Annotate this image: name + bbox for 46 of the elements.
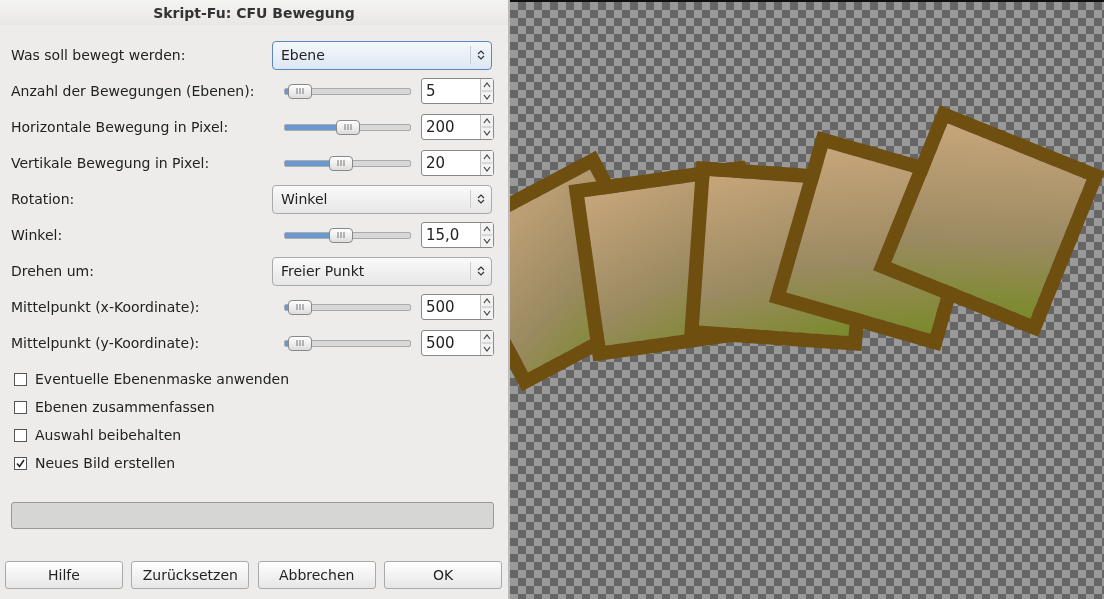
dialog-button[interactable]: Zurücksetzen xyxy=(131,561,250,589)
slider-handle[interactable] xyxy=(335,119,360,135)
checkbox-label[interactable]: Neues Bild erstellen xyxy=(35,455,176,471)
dialog-button[interactable]: OK xyxy=(384,561,502,589)
checkbox[interactable] xyxy=(14,400,27,414)
up-down-caret-icon xyxy=(477,265,485,277)
checkbox-label[interactable]: Eventuelle Ebenenmaske anwenden xyxy=(35,371,290,387)
up-down-arrows-icon[interactable] xyxy=(482,296,492,318)
up-down-arrows-icon[interactable] xyxy=(482,80,492,102)
up-down-arrows-icon[interactable] xyxy=(482,332,492,354)
number-input[interactable]: 500 xyxy=(421,294,494,320)
dropdown[interactable]: Freier Punkt xyxy=(272,256,492,286)
window-title: Skript-Fu: CFU Bewegung xyxy=(153,4,355,21)
field-label: Vertikale Bewegung in Pixel: xyxy=(11,155,211,171)
dialog-button[interactable]: Hilfe xyxy=(5,561,123,589)
field-label: Horizontale Bewegung in Pixel: xyxy=(11,119,230,135)
field-label: Anzahl der Bewegungen (Ebenen): xyxy=(11,83,256,99)
field-label: Drehen um: xyxy=(11,263,95,279)
checkbox-label[interactable]: Ebenen zusammenfassen xyxy=(35,399,215,415)
field-label: Mittelpunkt (x-Koordinate): xyxy=(11,299,201,315)
checkbox[interactable] xyxy=(14,456,27,470)
field-label: Winkel: xyxy=(11,227,64,243)
dropdown[interactable]: Ebene xyxy=(272,40,492,70)
field-label: Rotation: xyxy=(11,191,76,207)
checkbox-label[interactable]: Auswahl beibehalten xyxy=(35,427,182,443)
dialog-button[interactable]: Abbrechen xyxy=(257,561,376,589)
dropdown[interactable]: Winkel xyxy=(272,184,492,214)
up-down-caret-icon xyxy=(477,49,485,61)
slider-handle[interactable] xyxy=(288,83,312,99)
number-input[interactable]: 15,0 xyxy=(421,222,494,248)
number-input[interactable]: 200 xyxy=(421,114,494,140)
number-input[interactable]: 500 xyxy=(421,330,494,356)
slider-handle[interactable] xyxy=(329,155,354,171)
slider-handle[interactable] xyxy=(329,227,354,243)
slider-handle[interactable] xyxy=(288,299,312,315)
field-label: Mittelpunkt (y-Koordinate): xyxy=(11,335,201,351)
up-down-arrows-icon[interactable] xyxy=(482,152,492,174)
number-input[interactable]: 20 xyxy=(421,150,494,176)
checkbox[interactable] xyxy=(14,372,27,386)
checkbox[interactable] xyxy=(14,428,27,442)
field-label: Was soll bewegt werden: xyxy=(11,47,187,63)
slider-handle[interactable] xyxy=(288,335,312,351)
number-input[interactable]: 5 xyxy=(421,78,494,104)
up-down-caret-icon xyxy=(477,193,485,205)
up-down-arrows-icon[interactable] xyxy=(482,224,492,246)
up-down-arrows-icon[interactable] xyxy=(482,116,492,138)
